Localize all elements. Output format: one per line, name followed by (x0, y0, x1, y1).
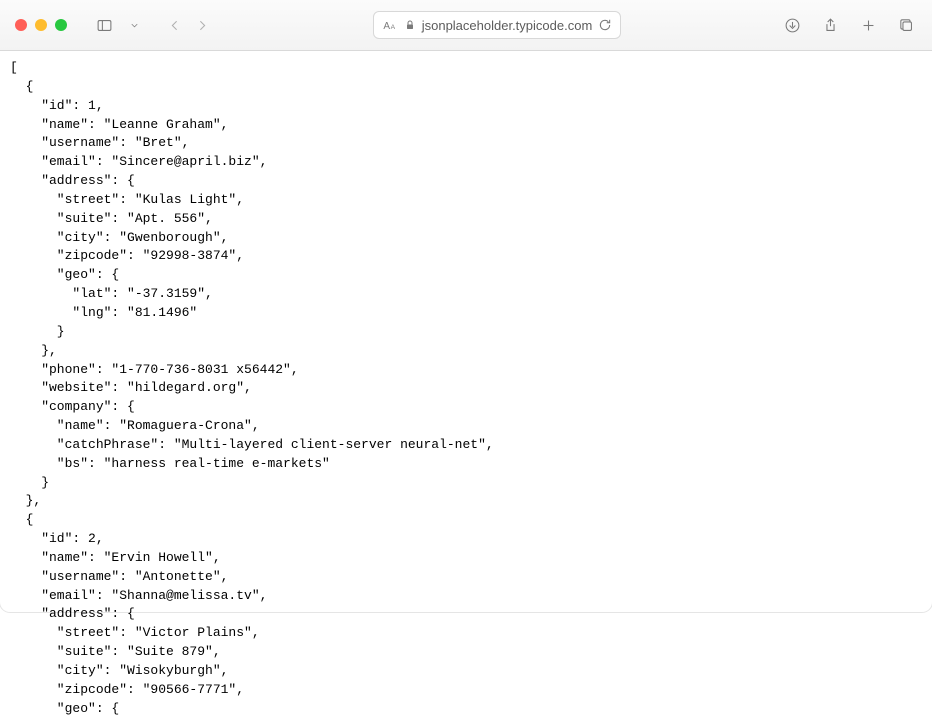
tab-overview-button[interactable] (895, 14, 917, 36)
navigation-group (163, 14, 213, 36)
tab-group-dropdown[interactable] (123, 14, 145, 36)
forward-button[interactable] (191, 14, 213, 36)
text-size-icon: A A (382, 17, 398, 33)
share-button[interactable] (819, 14, 841, 36)
window-titlebar: A A jsonplaceholder.typicode.com (0, 0, 932, 51)
close-window-button[interactable] (15, 19, 27, 31)
toolbar-right-group (781, 14, 917, 36)
new-tab-button[interactable] (857, 14, 879, 36)
page-body-json: [ { "id": 1, "name": "Leanne Graham", "u… (0, 51, 932, 727)
url-text: jsonplaceholder.typicode.com (422, 18, 593, 33)
minimize-window-button[interactable] (35, 19, 47, 31)
reload-icon[interactable] (598, 18, 612, 32)
downloads-button[interactable] (781, 14, 803, 36)
window-controls (15, 19, 67, 31)
address-bar[interactable]: A A jsonplaceholder.typicode.com (373, 11, 622, 39)
fullscreen-window-button[interactable] (55, 19, 67, 31)
sidebar-toggle-button[interactable] (93, 14, 115, 36)
lock-icon (404, 19, 416, 31)
svg-text:A: A (390, 24, 395, 31)
back-button[interactable] (163, 14, 185, 36)
svg-text:A: A (383, 21, 390, 32)
